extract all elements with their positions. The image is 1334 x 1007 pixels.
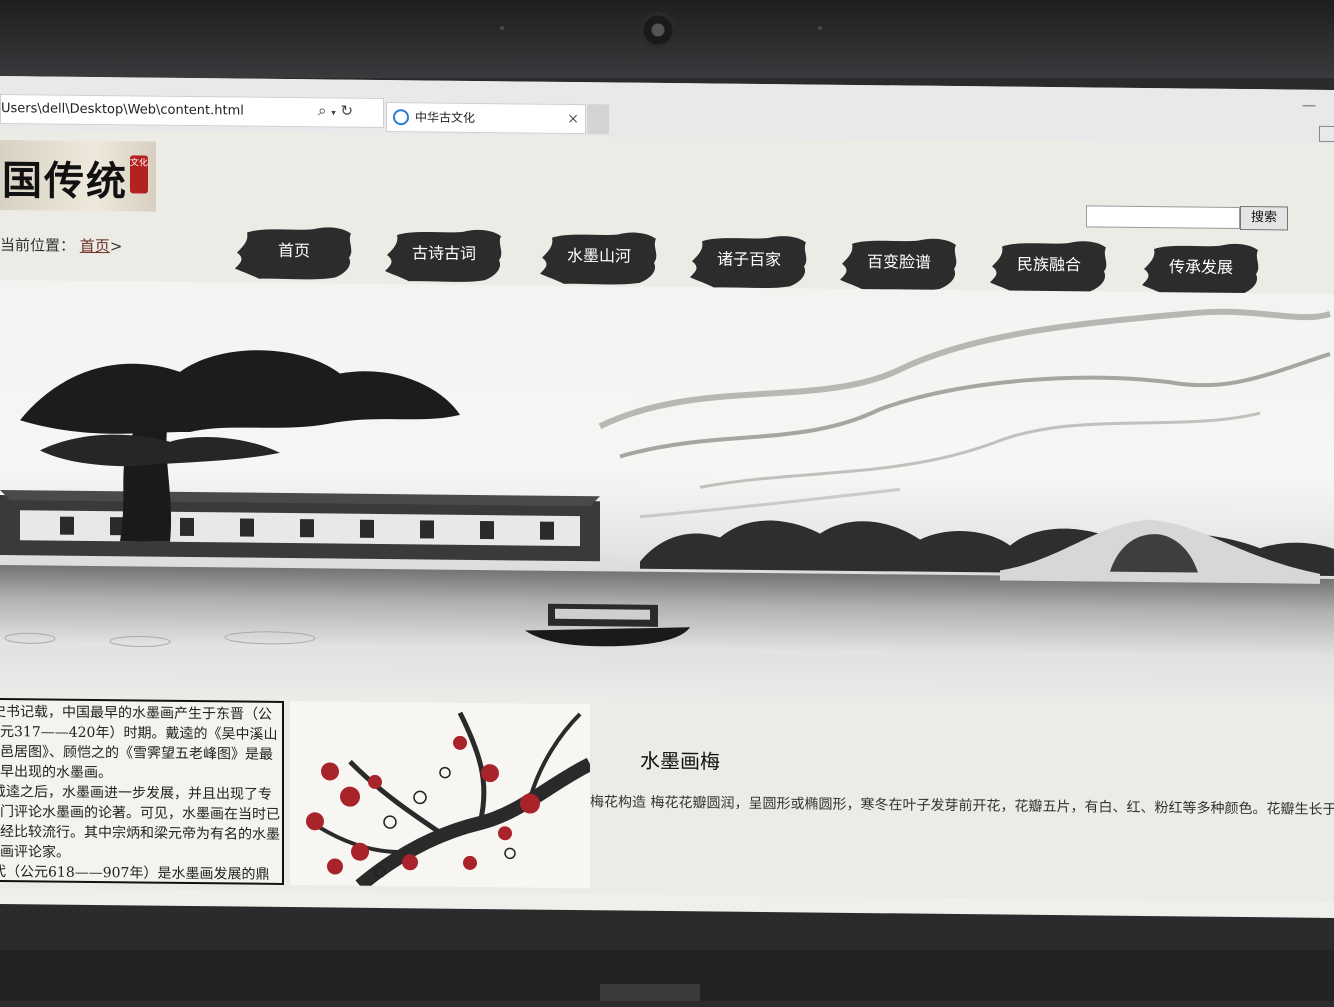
- history-paragraph: 唐代（公元618——907年）是水墨画发展的鼎盛时期，出现了许多有名的大画家。: [0, 863, 270, 885]
- content-section: 据史书记载，中国最早的水墨画产生于东晋（公元317——420年）时期。戴逵的《吴…: [0, 698, 1334, 902]
- landscape-banner: [0, 280, 1334, 704]
- nav-label: 古诗古词: [411, 243, 476, 264]
- search-input[interactable]: [1086, 205, 1240, 229]
- tab-close-icon[interactable]: ×: [567, 105, 579, 133]
- address-bar-icons: ⌕ ▾ ↻: [318, 101, 353, 119]
- article-body: 梅花构造 梅花花瓣圆润，呈圆形或椭圆形，寒冬在叶子发芽前开花，花瓣五片，有白、红…: [590, 794, 1334, 820]
- nav-label: 民族融合: [1016, 254, 1081, 275]
- screen: Users\dell\Desktop\Web\content.html ⌕ ▾ …: [0, 76, 1334, 918]
- webcam-icon: [640, 12, 676, 48]
- nav-item[interactable]: 诸子百家: [688, 231, 810, 290]
- nav-label: 百变脸谱: [866, 251, 931, 272]
- nav-item[interactable]: 首页: [233, 222, 355, 281]
- nav-item[interactable]: 民族融合: [988, 236, 1110, 295]
- sensor-dot: [818, 26, 822, 30]
- dropdown-icon[interactable]: ▾: [331, 108, 336, 118]
- history-paragraph: 在戴逵之后，水墨画进一步发展，并且出现了专门评论水墨画的论著。可见，水墨画在当时…: [0, 783, 280, 861]
- dell-logo-mark: [600, 984, 700, 1001]
- site-logo[interactable]: 国传统 文化: [0, 140, 156, 212]
- nav-label: 首页: [277, 240, 310, 261]
- nav-label: 传承发展: [1168, 257, 1233, 278]
- history-paragraph: 据史书记载，中国最早的水墨画产生于东晋（公元317——420年）时期。戴逵的《吴…: [0, 703, 278, 782]
- refresh-icon[interactable]: ↻: [341, 102, 354, 120]
- breadcrumb-home-link[interactable]: 首页: [80, 237, 110, 255]
- tab-title: 中华古文化: [415, 110, 476, 125]
- monitor-bezel-top: [0, 0, 1334, 78]
- web-page: 国传统 文化 当前位置： 首页> 搜索 首页 古诗古词 水墨山河 诸子百家 百变脸谱 民族…: [0, 130, 1334, 902]
- nav-item[interactable]: 水墨山河: [538, 228, 660, 287]
- minimize-icon[interactable]: —: [1302, 98, 1316, 114]
- nav-item[interactable]: 古诗古词: [383, 225, 505, 284]
- home-icon[interactable]: [1319, 125, 1334, 142]
- browser-tab[interactable]: 中华古文化 ×: [386, 102, 586, 135]
- breadcrumb-label: 当前位置：: [0, 236, 76, 255]
- sensor-dot: [500, 26, 504, 30]
- plum-blossom-illustration: [306, 711, 590, 889]
- search-icon[interactable]: ⌕: [318, 101, 326, 119]
- new-tab-button[interactable]: [587, 104, 609, 135]
- history-text-box: 据史书记载，中国最早的水墨画产生于东晋（公元317——420年）时期。戴逵的《吴…: [0, 698, 284, 885]
- breadcrumb: 当前位置： 首页>: [0, 234, 122, 256]
- search-button[interactable]: 搜索: [1240, 205, 1288, 231]
- logo-calligraphy: 国传统: [2, 157, 128, 206]
- nav-item[interactable]: 百变脸谱: [838, 234, 960, 293]
- article-title: 水墨画梅: [640, 748, 720, 774]
- breadcrumb-separator: >: [109, 237, 123, 256]
- nav-label: 诸子百家: [716, 249, 781, 269]
- logo-seal: 文化: [130, 155, 148, 194]
- ie-favicon-icon: [393, 109, 409, 126]
- nav-item[interactable]: 传承发展: [1140, 239, 1262, 298]
- nav-label: 水墨山河: [566, 246, 631, 266]
- plum-blossom-painting[interactable]: [290, 701, 590, 889]
- dell-logo: [600, 982, 710, 1001]
- ink-landscape-illustration: [0, 308, 1334, 659]
